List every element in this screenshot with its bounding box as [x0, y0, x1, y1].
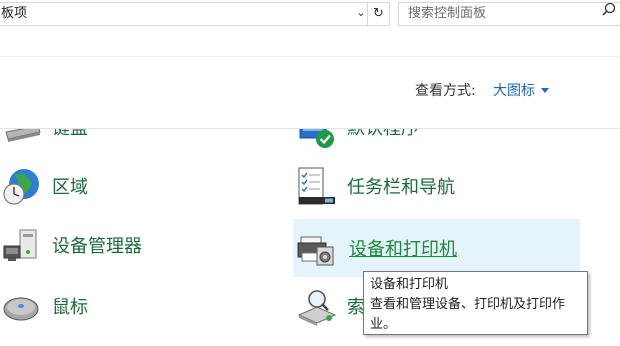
item-label: 鼠标 [52, 297, 88, 318]
item-mouse[interactable]: 鼠标 [0, 279, 240, 333]
search-placeholder: 搜索控制面板 [408, 6, 487, 21]
view-by-label: 查看方式: [415, 83, 476, 99]
navigation-bar: 板项 ⌄ ↻ 搜索控制面板 [0, 0, 620, 30]
item-label: 区域 [52, 177, 88, 198]
taskbar-icon [295, 165, 337, 207]
view-by-dropdown[interactable]: 大图标 [493, 80, 535, 100]
toolbar-divider [0, 56, 620, 57]
address-path: 板项 [1, 6, 28, 21]
item-label: 设备管理器 [52, 236, 142, 257]
indexing-icon [295, 285, 337, 327]
item-label: 键盘 [52, 129, 88, 140]
tooltip-description: 查看和管理设备、打印机及打印作业。 [370, 297, 566, 332]
item-taskbar-navigation[interactable]: 任务栏和导航 [295, 159, 580, 213]
search-icon[interactable] [602, 2, 620, 24]
tooltip: 设备和打印机 查看和管理设备、打印机及打印作业。 [363, 271, 588, 335]
mouse-icon [0, 285, 42, 327]
item-device-manager[interactable]: 设备管理器 [0, 218, 240, 272]
keyboard-icon [0, 129, 42, 148]
item-label: 任务栏和导航 [347, 177, 455, 198]
default-programs-icon [295, 129, 337, 148]
caret-down-icon[interactable] [541, 88, 549, 93]
item-devices-and-printers[interactable]: 设备和打印机 [293, 219, 580, 277]
item-label: 默认程序 [347, 129, 419, 140]
address-bar[interactable]: 板项 [0, 2, 368, 26]
tooltip-title: 设备和打印机 [370, 277, 449, 292]
item-label: 设备和打印机 [349, 239, 457, 260]
item-default-programs[interactable]: 默认程序 [295, 129, 580, 154]
device-manager-icon [0, 224, 42, 266]
item-keyboard[interactable]: 键盘 [0, 129, 240, 154]
chevron-down-icon[interactable]: ⌄ [354, 6, 368, 20]
refresh-icon[interactable]: ↻ [368, 2, 390, 26]
search-input[interactable]: 搜索控制面板 [398, 2, 620, 26]
item-region[interactable]: 区域 [0, 159, 240, 213]
printer-icon [295, 227, 337, 269]
globe-clock-icon [0, 165, 42, 207]
